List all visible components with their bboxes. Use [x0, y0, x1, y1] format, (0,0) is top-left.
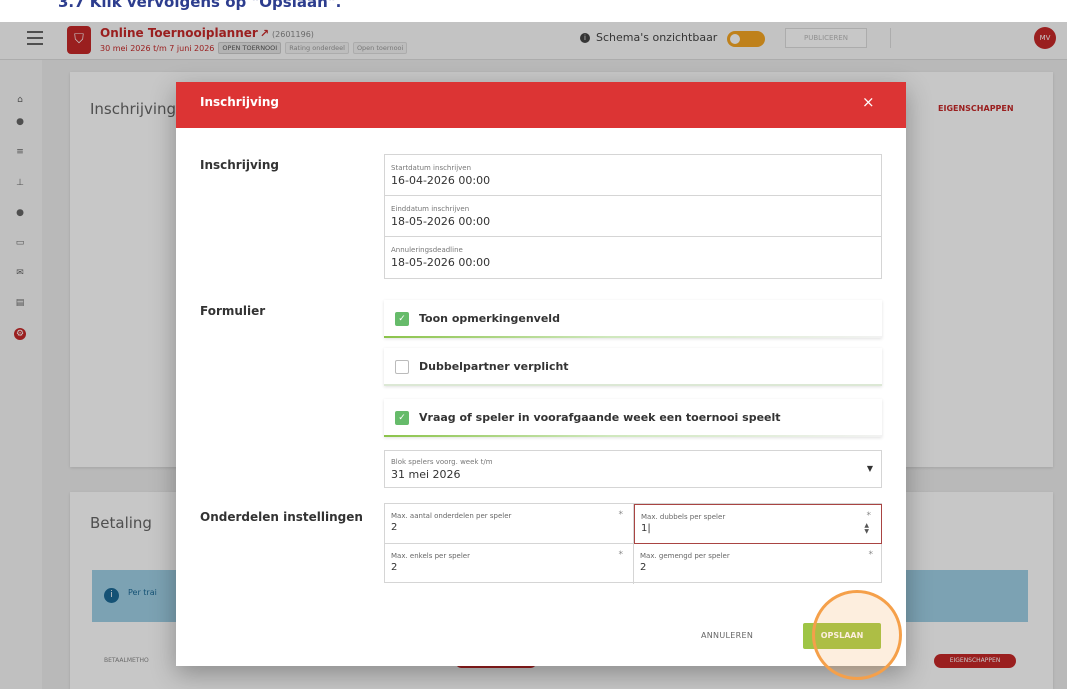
- checkbox-row-doubles-partner[interactable]: Dubbelpartner verplicht: [384, 348, 882, 386]
- checkbox-row-remarks[interactable]: ✓ Toon opmerkingenveld: [384, 300, 882, 338]
- start-date-value: 16-04-2026 00:00: [391, 174, 491, 187]
- block-players-select[interactable]: Blok spelers voorg. week t/m 31 mei 2026…: [384, 450, 882, 488]
- max-events-label: Max. aantal onderdelen per speler: [391, 512, 512, 520]
- checkbox-checked-icon[interactable]: ✓: [395, 312, 409, 326]
- end-date-value: 18-05-2026 00:00: [391, 215, 491, 228]
- max-mixed-field[interactable]: Max. gemengd per speler 2 *: [634, 544, 883, 584]
- max-singles-field[interactable]: Max. enkels per speler 2 *: [385, 544, 634, 584]
- tutorial-caption: 3.7 Klik vervolgens op "Opslaan".: [0, 0, 1067, 22]
- checkbox-checked-icon[interactable]: ✓: [395, 411, 409, 425]
- max-singles-label: Max. enkels per speler: [391, 552, 470, 560]
- max-doubles-field[interactable]: Max. dubbels per speler 1| * ▲ ▼: [634, 504, 882, 544]
- checkbox-label-doubles-partner: Dubbelpartner verplicht: [419, 360, 569, 373]
- dropdown-arrow-icon[interactable]: ▼: [867, 464, 873, 473]
- required-marker: *: [618, 550, 624, 560]
- max-events-value: 2: [391, 522, 398, 533]
- end-date-label: Einddatum inschrijven: [391, 205, 470, 213]
- required-marker: *: [868, 550, 874, 560]
- block-players-value: 31 mei 2026: [391, 468, 461, 481]
- max-mixed-value: 2: [640, 562, 647, 573]
- checkbox-row-previous-week[interactable]: ✓ Vraag of speler in voorafgaande week e…: [384, 399, 882, 437]
- start-date-label: Startdatum inschrijven: [391, 164, 472, 172]
- checkbox-label-previous-week: Vraag of speler in voorafgaande week een…: [419, 411, 781, 424]
- block-players-label: Blok spelers voorg. week t/m: [391, 458, 493, 466]
- close-icon[interactable]: ×: [862, 93, 875, 111]
- section-label-onderdelen: Onderdelen instellingen: [200, 510, 363, 524]
- event-limits-grid: Max. aantal onderdelen per speler 2 * Ma…: [384, 503, 883, 584]
- max-mixed-label: Max. gemengd per speler: [640, 552, 730, 560]
- cancel-button[interactable]: ANNULEREN: [701, 631, 753, 640]
- end-date-field[interactable]: Einddatum inschrijven 18-05-2026 00:00: [385, 196, 881, 237]
- cancel-deadline-value: 18-05-2026 00:00: [391, 256, 491, 269]
- dialog-header: Inschrijving ×: [176, 82, 906, 128]
- inschrijving-dialog: Inschrijving × Inschrijving Startdatum i…: [176, 82, 906, 666]
- cancel-deadline-field[interactable]: Annuleringsdeadline 18-05-2026 00:00: [385, 237, 881, 278]
- registration-dates-group: Startdatum inschrijven 16-04-2026 00:00 …: [384, 154, 882, 279]
- section-label-formulier: Formulier: [200, 304, 266, 318]
- dialog-title: Inschrijving: [200, 95, 280, 109]
- number-stepper-icon[interactable]: ▲ ▼: [864, 523, 869, 535]
- cancel-deadline-label: Annuleringsdeadline: [391, 246, 463, 254]
- tutorial-highlight-circle: [812, 590, 902, 680]
- required-marker: *: [618, 510, 624, 520]
- required-marker: *: [866, 511, 872, 521]
- max-doubles-label: Max. dubbels per speler: [641, 513, 726, 521]
- max-singles-value: 2: [391, 562, 398, 573]
- max-doubles-value: 1|: [641, 523, 651, 534]
- caption-text: 3.7 Klik vervolgens op "Opslaan".: [58, 0, 342, 11]
- checkbox-label-remarks: Toon opmerkingenveld: [419, 312, 560, 325]
- section-label-inschrijving: Inschrijving: [200, 158, 280, 172]
- start-date-field[interactable]: Startdatum inschrijven 16-04-2026 00:00: [385, 155, 881, 196]
- max-events-field[interactable]: Max. aantal onderdelen per speler 2 *: [385, 504, 634, 544]
- checkbox-unchecked-icon[interactable]: [395, 360, 409, 374]
